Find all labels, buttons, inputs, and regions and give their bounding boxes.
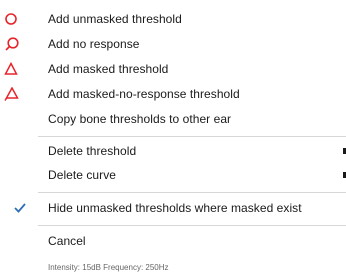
menu-item-label: Add unmasked threshold [48, 11, 182, 26]
menu-item-delete-threshold[interactable]: Delete threshold [0, 139, 346, 162]
menu-item-label: Hide unmasked thresholds where masked ex… [48, 200, 302, 215]
red-circle-icon [0, 7, 24, 30]
menu-item-label: Add no response [48, 36, 140, 51]
menu-item-add-unmasked-threshold[interactable]: Add unmasked threshold [0, 7, 346, 30]
menu-item-delete-curve[interactable]: Delete curve [0, 163, 346, 186]
menu-item-label: Add masked threshold [48, 61, 169, 76]
menu-item-label: Add masked-no-response threshold [48, 86, 240, 101]
menu-item-label: Copy bone thresholds to other ear [48, 111, 232, 126]
menu-separator [38, 192, 346, 193]
menu-item-add-masked-no-response-threshold[interactable]: Add masked-no-response threshold [0, 82, 346, 105]
status-text: Intensity: 15dB Frequency: 250Hz [48, 263, 169, 272]
checkmark-icon [0, 196, 26, 219]
context-menu: Add unmasked threshold Add no response A… [0, 0, 346, 272]
red-triangle-no-response-icon [0, 82, 24, 105]
menu-item-add-no-response[interactable]: Add no response [0, 32, 346, 55]
menu-item-add-masked-threshold[interactable]: Add masked threshold [0, 57, 346, 80]
red-triangle-icon [0, 57, 24, 80]
menu-item-label: Delete curve [48, 167, 116, 182]
menu-separator [38, 225, 346, 226]
menu-item-label: Delete threshold [48, 143, 137, 158]
menu-separator [38, 136, 346, 137]
menu-item-hide-unmasked-thresholds[interactable]: Hide unmasked thresholds where masked ex… [0, 196, 346, 219]
menu-item-label: Cancel [48, 233, 86, 248]
menu-item-copy-bone-thresholds[interactable]: Copy bone thresholds to other ear [0, 107, 346, 130]
red-circle-no-response-icon [0, 32, 24, 55]
menu-item-cancel[interactable]: Cancel [0, 229, 346, 252]
